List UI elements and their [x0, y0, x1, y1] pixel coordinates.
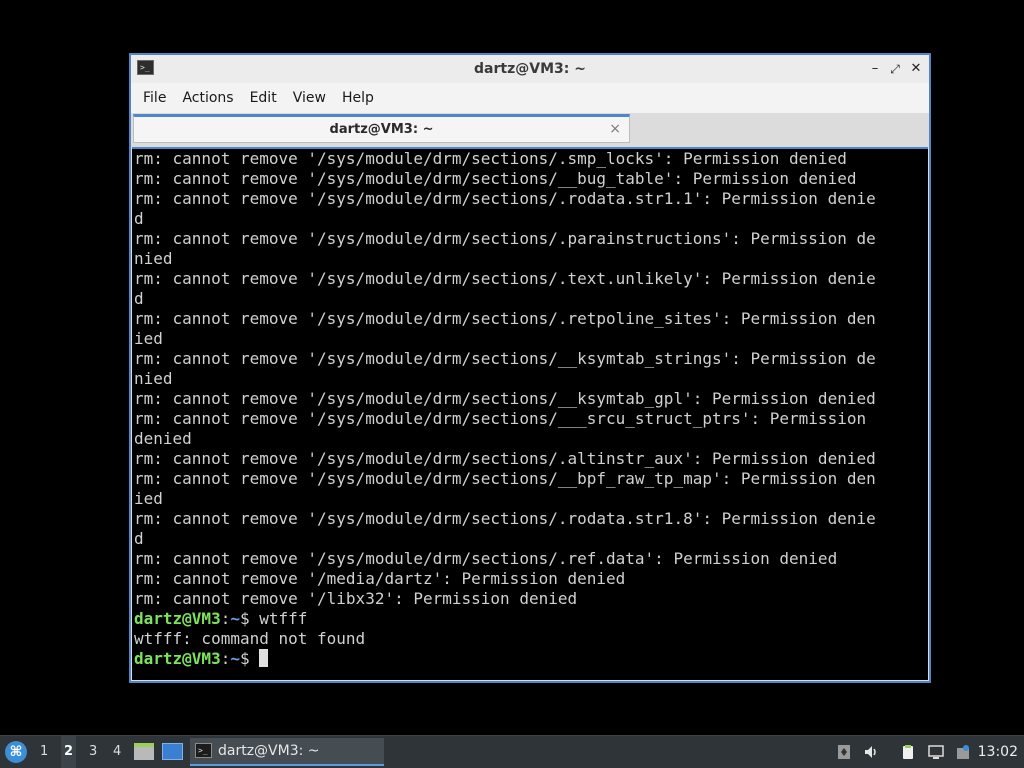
terminal-line: nied	[134, 249, 173, 268]
prompt-symbol: $	[239, 649, 260, 668]
terminal-line: nied	[134, 369, 173, 388]
terminal-line: wtfff: command not found	[134, 629, 366, 648]
tab-label: dartz@VM3: ~	[329, 122, 434, 137]
typed-command: wtfff	[259, 609, 308, 628]
terminal-line: rm: cannot remove '/sys/module/drm/secti…	[134, 169, 857, 188]
terminal-output[interactable]: rm: cannot remove '/sys/module/drm/secti…	[132, 147, 928, 680]
menu-edit[interactable]: Edit	[242, 83, 285, 113]
terminal-line: rm: cannot remove '/sys/module/drm/secti…	[134, 349, 876, 368]
workspace-3[interactable]: 3	[89, 736, 97, 768]
clock: 13:02	[977, 744, 1018, 760]
terminal-line: rm: cannot remove '/sys/module/drm/secti…	[134, 149, 847, 168]
terminal-window: >_ dartz@VM3: ~ – ⤢ ✕ File Actions Edit …	[129, 53, 931, 683]
workspace-1[interactable]: 1	[40, 736, 48, 768]
menu-actions[interactable]: Actions	[174, 83, 241, 113]
terminal-line: rm: cannot remove '/sys/module/drm/secti…	[134, 309, 876, 328]
window-titlebar[interactable]: >_ dartz@VM3: ~ – ⤢ ✕	[131, 55, 929, 84]
workspace-2[interactable]: 2	[61, 736, 77, 768]
terminal-line: rm: cannot remove '/sys/module/drm/secti…	[134, 549, 838, 568]
terminal-line: ied	[134, 329, 163, 348]
terminal-line: rm: cannot remove '/sys/module/drm/secti…	[134, 469, 876, 488]
terminal-line: rm: cannot remove '/media/dartz': Permis…	[134, 569, 626, 588]
start-menu-icon[interactable]: ⌘	[5, 741, 27, 763]
prompt-separator: :	[220, 609, 231, 628]
prompt-path: ~	[230, 609, 240, 628]
prompt-user: dartz@VM3	[134, 649, 221, 668]
maximize-icon[interactable]: ⤢	[887, 61, 903, 77]
volume-icon[interactable]	[863, 744, 879, 760]
prompt-path: ~	[230, 649, 240, 668]
window-title: dartz@VM3: ~	[474, 61, 586, 77]
terminal-line: d	[134, 209, 144, 228]
terminal-task-icon: >_	[195, 743, 212, 758]
menu-view[interactable]: View	[285, 83, 334, 113]
tab-bar: dartz@VM3: ~ ×	[131, 113, 929, 147]
prompt-symbol: $	[239, 609, 260, 628]
taskbar-task-terminal[interactable]: >_ dartz@VM3: ~	[190, 738, 384, 766]
terminal-prompt-line: dartz@VM3:~$	[134, 649, 928, 669]
show-desktop-icon[interactable]	[162, 743, 183, 760]
terminal-line: d	[134, 529, 144, 548]
terminal-line: rm: cannot remove '/sys/module/drm/secti…	[134, 509, 876, 528]
terminal-line: d	[134, 289, 144, 308]
network-icon[interactable]	[836, 744, 852, 760]
prompt-separator: :	[220, 649, 231, 668]
terminal-line: rm: cannot remove '/sys/module/drm/secti…	[134, 449, 876, 468]
taskbar: ⌘ 1 2 3 4 >_ dartz@VM3: ~ 13:02	[0, 735, 1024, 768]
terminal-line: rm: cannot remove '/sys/module/drm/secti…	[134, 269, 876, 288]
file-manager-icon[interactable]	[134, 743, 154, 760]
menu-help[interactable]: Help	[334, 83, 382, 113]
terminal-line: rm: cannot remove '/sys/module/drm/secti…	[134, 229, 876, 248]
terminal-line: rm: cannot remove '/sys/module/drm/secti…	[134, 189, 876, 208]
menubar: File Actions Edit View Help	[131, 83, 929, 113]
task-label: dartz@VM3: ~	[218, 743, 320, 759]
menu-file[interactable]: File	[135, 83, 174, 113]
prompt-user: dartz@VM3	[134, 609, 221, 628]
close-icon[interactable]: ✕	[908, 61, 924, 77]
terminal-line: denied	[134, 429, 192, 448]
terminal-line: rm: cannot remove '/sys/module/drm/secti…	[134, 389, 876, 408]
tab-terminal[interactable]: dartz@VM3: ~ ×	[133, 114, 630, 143]
tab-close-icon[interactable]: ×	[609, 117, 621, 141]
workspace-4[interactable]: 4	[113, 736, 121, 768]
display-icon[interactable]	[928, 744, 944, 760]
terminal-prompt-line: dartz@VM3:~$ wtfff	[134, 609, 928, 629]
clipboard-icon[interactable]	[900, 744, 916, 760]
terminal-text: rm: cannot remove '/sys/module/drm/secti…	[132, 149, 928, 669]
text-cursor	[259, 649, 269, 667]
update-notifier-icon[interactable]	[955, 744, 971, 760]
terminal-line: ied	[134, 489, 163, 508]
terminal-line: rm: cannot remove '/sys/module/drm/secti…	[134, 409, 867, 428]
minimize-icon[interactable]: –	[867, 61, 883, 77]
terminal-line: rm: cannot remove '/libx32': Permission …	[134, 589, 578, 608]
